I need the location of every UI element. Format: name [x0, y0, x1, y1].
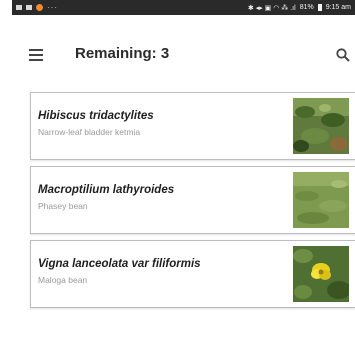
plant-photo-yellow-flower — [293, 246, 349, 302]
scientific-name: Vigna lanceolata var filiformis — [38, 258, 201, 270]
scientific-name: Macroptilium lathyroides — [38, 184, 175, 196]
app-bar: Remaining: 3 — [12, 15, 355, 77]
gallery-notification-icon — [26, 5, 32, 10]
common-name: Maloga bean — [38, 275, 88, 285]
common-name: Phasey bean — [38, 201, 88, 211]
status-bar: ··· ✱ ◂▸ ▣ ◠ ⁂ .ıl 81% 9:15 am — [12, 0, 355, 15]
plant-photo-hibiscus — [293, 98, 349, 154]
search-icon[interactable] — [336, 48, 350, 62]
species-list: Hibiscus tridactylites Narrow-leaf bladd… — [30, 92, 355, 314]
page-title: Remaining: 3 — [75, 45, 170, 62]
hamburger-menu-icon[interactable] — [29, 49, 43, 61]
connectivity-icons: ✱ ◂▸ ▣ ◠ ⁂ .ıl — [247, 4, 296, 12]
scientific-name: Hibiscus tridactylites — [38, 110, 154, 122]
species-card[interactable]: Hibiscus tridactylites Narrow-leaf bladd… — [30, 92, 355, 160]
plant-photo-grass-field — [293, 172, 349, 228]
battery-icon — [317, 4, 322, 11]
clock: 9:15 am — [325, 4, 351, 11]
species-card[interactable]: Vigna lanceolata var filiformis Maloga b… — [30, 240, 355, 308]
common-name: Narrow-leaf bladder ketmia — [38, 127, 141, 137]
more-notifications-indicator: ··· — [47, 3, 58, 12]
message-notification-icon — [16, 5, 22, 10]
app-notification-icon — [36, 4, 43, 11]
battery-percent: 81% — [299, 4, 314, 11]
species-card[interactable]: Macroptilium lathyroides Phasey bean — [30, 166, 355, 234]
